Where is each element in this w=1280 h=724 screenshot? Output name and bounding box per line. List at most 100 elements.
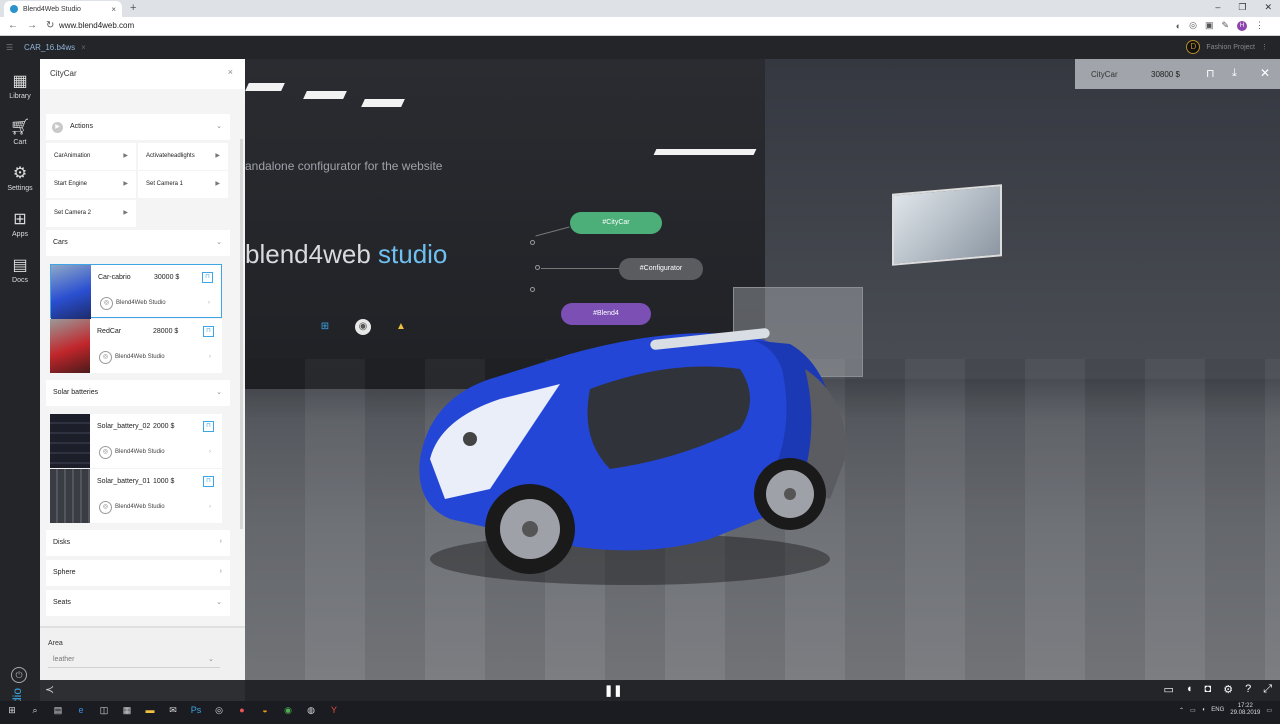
notification-icon[interactable]: ▭ <box>1266 707 1272 714</box>
power-icon[interactable]: ⏻ <box>11 667 27 683</box>
maximize-button[interactable]: ❐ <box>1238 2 1246 13</box>
hamburger-icon[interactable]: ☰ <box>6 43 13 52</box>
area-label: Area <box>48 640 63 647</box>
nav-docs[interactable]: ▤ Docs <box>0 257 40 284</box>
nav-library[interactable]: ▦ Library <box>0 73 40 100</box>
volume-icon[interactable]: ◖ <box>1202 707 1206 713</box>
reload-icon[interactable]: ↻ <box>46 20 54 31</box>
chevron-right-icon[interactable]: › <box>209 504 211 510</box>
more-icon[interactable]: ⋮ <box>1261 43 1268 51</box>
new-tab-button[interactable]: + <box>130 2 136 14</box>
section-disks[interactable]: Disks › <box>46 530 230 556</box>
yandex-icon[interactable]: Y <box>328 703 340 717</box>
car-model[interactable] <box>410 309 850 594</box>
add-to-cart-icon[interactable]: ⊓ <box>203 421 214 432</box>
section-solar-batteries[interactable]: Solar batteries ⌄ <box>46 380 230 406</box>
app-icon[interactable]: ● <box>236 703 248 717</box>
pause-icon[interactable]: ❚❚ <box>604 684 622 697</box>
app-icon[interactable]: ◎ <box>213 703 225 717</box>
chevron-right-icon[interactable]: › <box>209 354 211 360</box>
browser-tab[interactable]: Blend4Web Studio × <box>4 1 122 17</box>
photoshop-icon[interactable]: Ps <box>190 703 202 717</box>
section-sphere[interactable]: Sphere › <box>46 560 230 586</box>
publisher-logo-icon: ◎ <box>100 297 113 310</box>
cart-icon[interactable]: ⊓ <box>1206 67 1215 80</box>
action-set-camera-1[interactable]: Set Camera 1 ▶ <box>138 171 228 198</box>
add-to-cart-icon[interactable]: ⊓ <box>203 476 214 487</box>
connector-dot <box>535 265 540 270</box>
project-selector[interactable]: D Fashion Project ⋮ <box>1186 40 1268 54</box>
settings-icon[interactable]: ⚙ <box>1223 683 1233 696</box>
action-start-engine[interactable]: Start Engine ▶ <box>46 171 136 198</box>
eyedropper-icon[interactable]: ✎ <box>1221 20 1229 31</box>
file-tab[interactable]: CAR_16.b4ws × <box>24 43 86 52</box>
chevron-right-icon[interactable]: › <box>208 300 210 306</box>
list-item-car-cabrio[interactable]: Car-cabrio 30000 $ ⊓ ◎ Blend4Web Studio … <box>50 264 222 319</box>
chrome-icon[interactable]: ◉ <box>282 703 294 717</box>
file-tab-close[interactable]: × <box>81 43 86 52</box>
close-window-button[interactable]: ✕ <box>1264 2 1272 13</box>
profile-avatar[interactable]: H <box>1237 20 1247 31</box>
action-activate-headlights[interactable]: Activateheadlights ▶ <box>138 143 228 170</box>
3d-viewport[interactable]: andalone configurator for the website bl… <box>245 59 1280 681</box>
action-car-animation[interactable]: CarAnimation ▶ <box>46 143 136 170</box>
blender-icon[interactable]: ◒ <box>259 703 271 717</box>
url-field[interactable]: www.blend4web.com <box>59 21 134 30</box>
back-icon[interactable]: ← <box>8 20 18 31</box>
close-icon[interactable]: ✕ <box>1260 66 1270 80</box>
forward-icon[interactable]: → <box>27 20 37 31</box>
extension-icon[interactable]: ◐ <box>1176 21 1181 31</box>
screenshot-icon[interactable]: ▣ <box>1205 20 1214 31</box>
help-icon[interactable]: ? <box>1245 683 1251 696</box>
app-icon[interactable]: ◍ <box>305 703 317 717</box>
section-actions[interactable]: ▶ Actions ⌄ <box>46 114 230 140</box>
panel-header: CityCar × <box>40 59 245 89</box>
add-to-cart-icon[interactable]: ⊓ <box>203 326 214 337</box>
nav-apps[interactable]: ⊞ Apps <box>0 211 40 238</box>
chevron-down-icon: ⌄ <box>216 389 222 396</box>
screen-icon[interactable]: ▭ <box>1163 683 1173 696</box>
volume-icon[interactable]: ◖ <box>1186 683 1193 696</box>
list-item-solar-battery-02[interactable]: Solar_battery_02 2000 $ ⊓ ◎ Blend4Web St… <box>50 414 222 468</box>
chevron-right-icon[interactable]: › <box>209 449 211 455</box>
fullscreen-icon[interactable]: ⤢ <box>1263 683 1272 696</box>
action-set-camera-2[interactable]: Set Camera 2 ▶ <box>46 200 136 227</box>
list-item-solar-battery-01[interactable]: Solar_battery_01 1000 $ ⊓ ◎ Blend4Web St… <box>50 469 222 523</box>
panel-close-button[interactable]: × <box>228 67 233 77</box>
download-icon[interactable]: ⤓ <box>1232 67 1237 80</box>
start-icon[interactable]: ⊞ <box>6 703 18 717</box>
mail-icon[interactable]: ✉ <box>167 703 179 717</box>
panel-scrollbar[interactable] <box>240 139 243 529</box>
tab-close-button[interactable]: × <box>111 5 116 14</box>
nav-settings[interactable]: ⚙ Settings <box>0 165 40 192</box>
list-item-redcar[interactable]: RedCar 28000 $ ⊓ ◎ Blend4Web Studio › <box>50 319 222 373</box>
globe-icon[interactable]: ◎ <box>1189 20 1197 31</box>
share-icon[interactable]: ≺ <box>45 683 54 696</box>
section-cars[interactable]: Cars ⌄ <box>46 230 230 256</box>
minimize-button[interactable]: – <box>1215 2 1220 13</box>
project-name: Fashion Project <box>1206 43 1255 51</box>
browser-menu-icon[interactable]: ⋮ <box>1255 20 1264 31</box>
taskview-icon[interactable]: ▤ <box>52 703 64 717</box>
scene-title: blend4web studio <box>245 239 448 269</box>
search-icon[interactable]: ⌕ <box>29 703 41 717</box>
vr-icon[interactable]: ◘ <box>1205 683 1212 696</box>
configurator-name: CityCar <box>1091 70 1118 79</box>
tag-configurator: #Configurator <box>619 258 703 280</box>
ceiling-light <box>245 83 285 91</box>
thumbnail-redcar <box>50 319 90 373</box>
nav-cart[interactable]: 🛒︎ Cart <box>0 119 40 146</box>
chevron-down-icon: ⌄ <box>216 599 222 606</box>
lang-indicator[interactable]: ENG <box>1211 707 1224 713</box>
folder-icon[interactable]: ▬ <box>144 703 156 717</box>
tray-arrow-icon[interactable]: ⌃ <box>1179 707 1184 714</box>
calculator-icon[interactable]: ▦ <box>121 703 133 717</box>
network-icon[interactable]: ▭ <box>1190 707 1196 714</box>
play-icon: ▶ <box>215 153 220 159</box>
edge-icon[interactable]: e <box>75 703 87 717</box>
section-seats[interactable]: Seats ⌄ <box>46 590 230 616</box>
add-to-cart-icon[interactable]: ⊓ <box>202 272 213 283</box>
store-icon[interactable]: ◫ <box>98 703 110 717</box>
clock[interactable]: 17:22 29.08.2019 <box>1230 703 1260 717</box>
area-select[interactable]: leather ⌄ <box>48 652 220 668</box>
